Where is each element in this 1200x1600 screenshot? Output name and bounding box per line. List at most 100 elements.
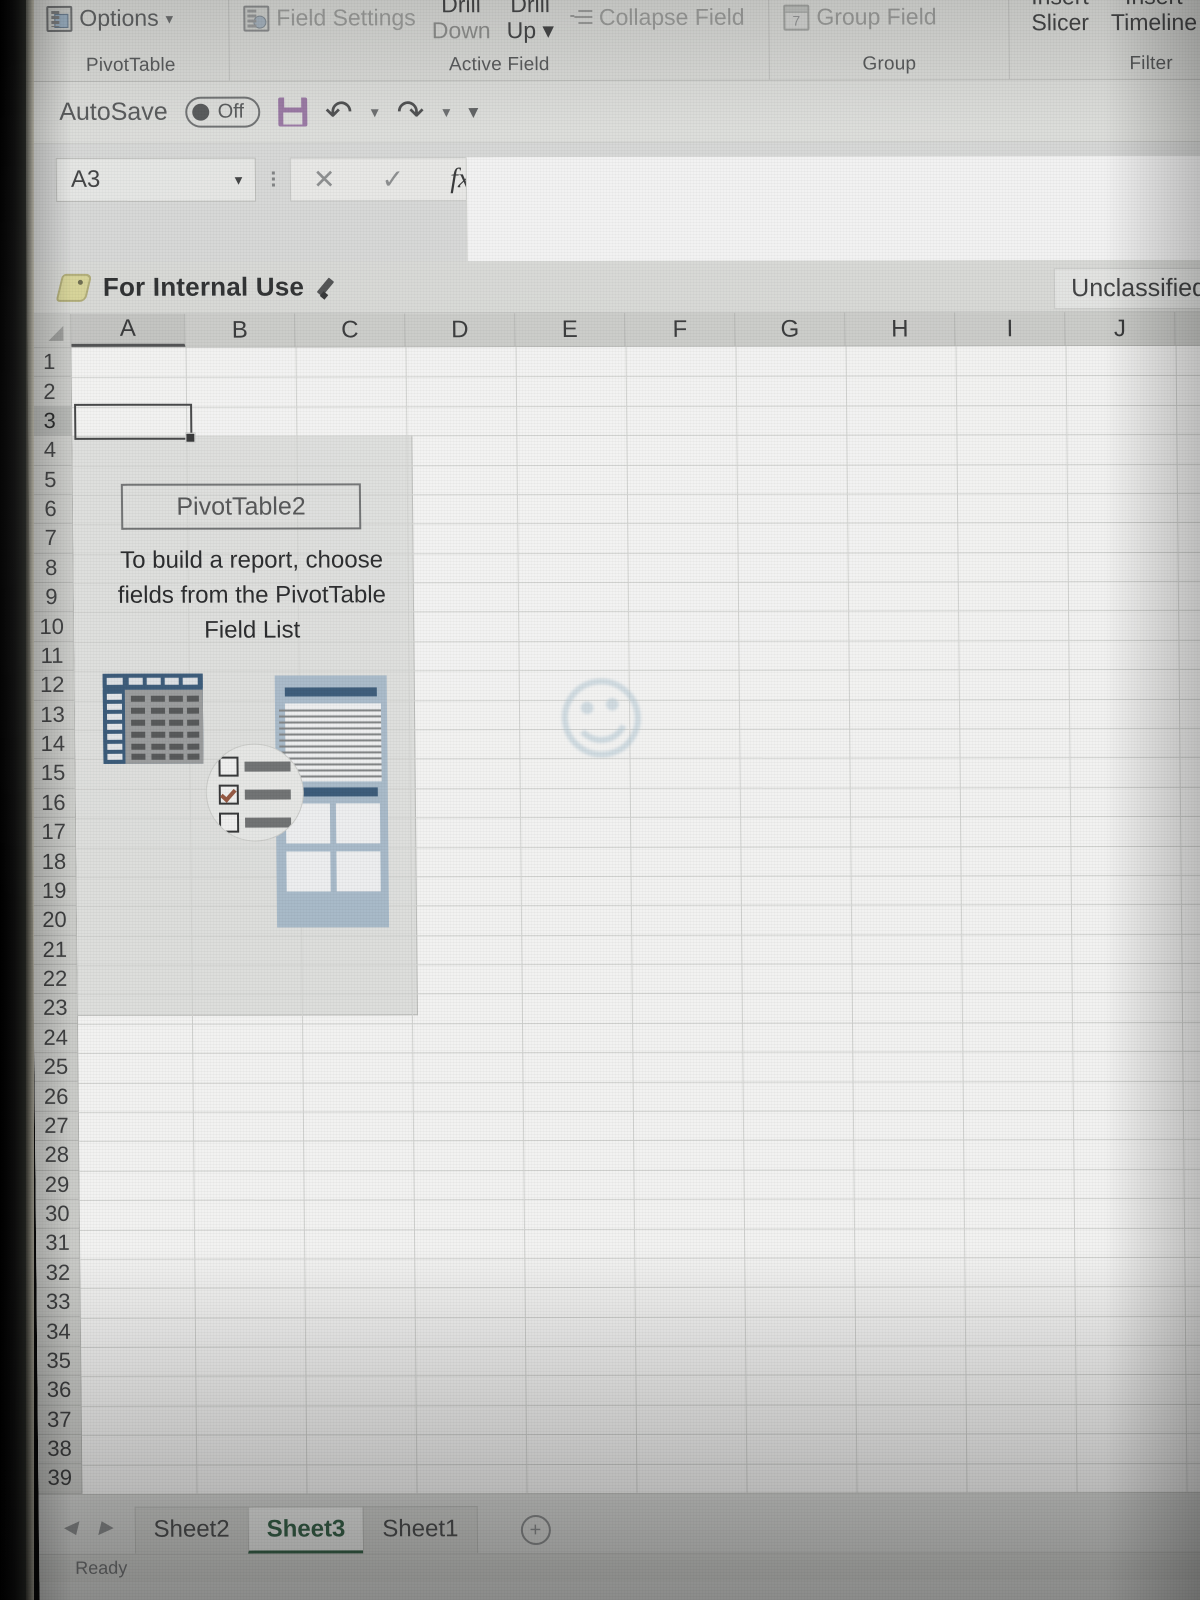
row-header-8[interactable]: 8 xyxy=(29,553,73,583)
add-sheet-button[interactable]: + xyxy=(520,1515,551,1546)
row-header-26[interactable]: 26 xyxy=(34,1082,78,1112)
gridline-horizontal xyxy=(79,1197,1200,1202)
field-settings-button[interactable]: Field Settings xyxy=(243,4,416,32)
row-header-25[interactable]: 25 xyxy=(34,1052,78,1083)
column-header-d[interactable]: D xyxy=(405,313,516,347)
row-header-27[interactable]: 27 xyxy=(34,1111,79,1142)
drill-up-button[interactable]: Drill Up ▾ xyxy=(506,0,555,43)
gridline-horizontal xyxy=(80,1256,1200,1260)
row-header-29[interactable]: 29 xyxy=(35,1170,79,1200)
row-header-1[interactable]: 1 xyxy=(27,347,71,378)
unclassified-button[interactable]: Unclassified xyxy=(1054,267,1200,310)
row-header-5[interactable]: 5 xyxy=(28,465,72,495)
redo-icon[interactable]: ↷ xyxy=(397,93,425,130)
insert-slicer-button[interactable]: Insert Slicer xyxy=(1031,0,1089,36)
ribbon-group-label-pivottable: PivotTable xyxy=(85,54,176,76)
undo-chevron-down-icon[interactable]: ▾ xyxy=(371,102,379,122)
row-header-4[interactable]: 4 xyxy=(28,436,72,466)
save-icon[interactable] xyxy=(277,97,308,127)
cancel-icon[interactable]: ✕ xyxy=(313,164,336,194)
row-header-37[interactable]: 37 xyxy=(37,1405,81,1435)
column-header-c[interactable]: C xyxy=(295,313,406,347)
pivottable-illustration xyxy=(97,663,420,944)
gridline-horizontal xyxy=(80,1315,1200,1319)
row-header-11[interactable]: 11 xyxy=(30,641,74,672)
pencil-edit-icon[interactable] xyxy=(318,275,342,299)
undo-icon[interactable]: ↶ xyxy=(325,93,353,130)
chevron-down-icon[interactable]: ▾ xyxy=(542,17,554,43)
selected-cell-a3[interactable] xyxy=(74,403,196,443)
classification-bar: For Internal Use Unclassified xyxy=(26,259,1200,314)
row-header-6[interactable]: 6 xyxy=(28,494,73,525)
row-header-3[interactable]: 3 xyxy=(28,406,72,437)
autosave-toggle[interactable]: Off xyxy=(185,96,261,128)
redo-chevron-down-icon[interactable]: ▾ xyxy=(442,102,450,122)
nav-first-sheet-icon[interactable]: ◀ xyxy=(63,1517,77,1538)
column-header-j[interactable]: J xyxy=(1065,311,1176,346)
row-header-10[interactable]: 10 xyxy=(30,612,74,642)
fill-handle[interactable] xyxy=(185,432,196,443)
insert-timeline-button[interactable]: Insert Timeline xyxy=(1111,0,1198,36)
column-header-h[interactable]: H xyxy=(845,312,956,346)
column-header-i[interactable]: I xyxy=(955,312,1066,346)
row-header-34[interactable]: 34 xyxy=(36,1317,81,1347)
column-header-a[interactable]: A xyxy=(71,313,186,347)
column-header-e[interactable]: E xyxy=(515,312,626,347)
column-header-b[interactable]: B xyxy=(185,313,296,347)
row-header-18[interactable]: 18 xyxy=(32,847,76,877)
row-header-15[interactable]: 15 xyxy=(31,759,75,789)
row-header-30[interactable]: 30 xyxy=(35,1199,79,1230)
gridline-horizontal xyxy=(78,1021,1200,1025)
status-bar: Ready xyxy=(39,1551,1200,1582)
row-header-17[interactable]: 17 xyxy=(32,817,76,848)
name-box[interactable]: A3 ▼ xyxy=(55,157,257,202)
row-header-9[interactable]: 9 xyxy=(29,582,74,613)
row-header-7[interactable]: 7 xyxy=(29,524,73,554)
pivottable-name-box[interactable]: PivotTable2 xyxy=(120,483,362,530)
row-header-24[interactable]: 24 xyxy=(33,1023,78,1053)
row-header-39[interactable]: 39 xyxy=(38,1464,82,1494)
formula-bar-grip[interactable] xyxy=(256,158,290,187)
row-header-22[interactable]: 22 xyxy=(33,964,77,995)
monitor-bezel xyxy=(0,0,26,1600)
row-header-21[interactable]: 21 xyxy=(33,935,77,965)
cell-area[interactable]: PivotTable2 To build a report, choose fi… xyxy=(71,345,1200,1494)
row-header-13[interactable]: 13 xyxy=(30,700,75,730)
row-header-28[interactable]: 28 xyxy=(35,1140,79,1171)
row-header-19[interactable]: 19 xyxy=(32,876,76,907)
row-header-2[interactable]: 2 xyxy=(27,377,72,407)
name-box-chevron-down-icon[interactable]: ▼ xyxy=(232,172,245,187)
gridline-vertical xyxy=(845,346,858,1493)
classification-label: For Internal Use xyxy=(102,271,305,302)
row-header-16[interactable]: 16 xyxy=(31,788,76,818)
sheet-tab-sheet3[interactable]: Sheet3 xyxy=(247,1506,365,1554)
column-header-f[interactable]: F xyxy=(625,312,736,346)
group-field-button[interactable]: 7 Group Field xyxy=(783,3,937,31)
column-header-g[interactable]: G xyxy=(735,312,846,346)
gridline-horizontal xyxy=(78,1109,1200,1113)
row-header-35[interactable]: 35 xyxy=(37,1346,81,1377)
sheet-tab-sheet1[interactable]: Sheet1 xyxy=(363,1506,478,1554)
ribbon: Options ▾ PivotTable Field Settings Dril… xyxy=(24,0,1200,82)
gridline-horizontal xyxy=(78,1080,1200,1084)
options-button[interactable]: Options ▾ xyxy=(46,5,173,32)
row-header-12[interactable]: 12 xyxy=(30,671,74,701)
sheet-tab-sheet2[interactable]: Sheet2 xyxy=(134,1506,249,1554)
enter-icon[interactable]: ✓ xyxy=(381,164,404,194)
sheet-tab-bar: ◀ ▶ Sheet2 Sheet3 Sheet1 + xyxy=(38,1491,1200,1554)
formula-input[interactable] xyxy=(465,155,1200,262)
row-header-14[interactable]: 14 xyxy=(31,729,75,760)
chevron-down-icon[interactable]: ▾ xyxy=(166,9,174,27)
row-header-20[interactable]: 20 xyxy=(32,906,77,936)
sheet-nav-arrows[interactable]: ◀ ▶ xyxy=(53,1517,135,1554)
customize-quick-access-icon[interactable]: ▾ xyxy=(468,99,478,124)
row-header-23[interactable]: 23 xyxy=(33,994,77,1024)
drill-down-button[interactable]: Drill Down xyxy=(431,0,491,44)
row-header-31[interactable]: 31 xyxy=(35,1229,80,1259)
row-header-38[interactable]: 38 xyxy=(37,1434,82,1465)
nav-last-sheet-icon[interactable]: ▶ xyxy=(99,1517,113,1538)
row-header-36[interactable]: 36 xyxy=(37,1375,81,1406)
row-header-33[interactable]: 33 xyxy=(36,1287,80,1318)
collapse-field-button[interactable]: Collapse Field xyxy=(569,4,745,31)
row-header-32[interactable]: 32 xyxy=(36,1258,80,1288)
